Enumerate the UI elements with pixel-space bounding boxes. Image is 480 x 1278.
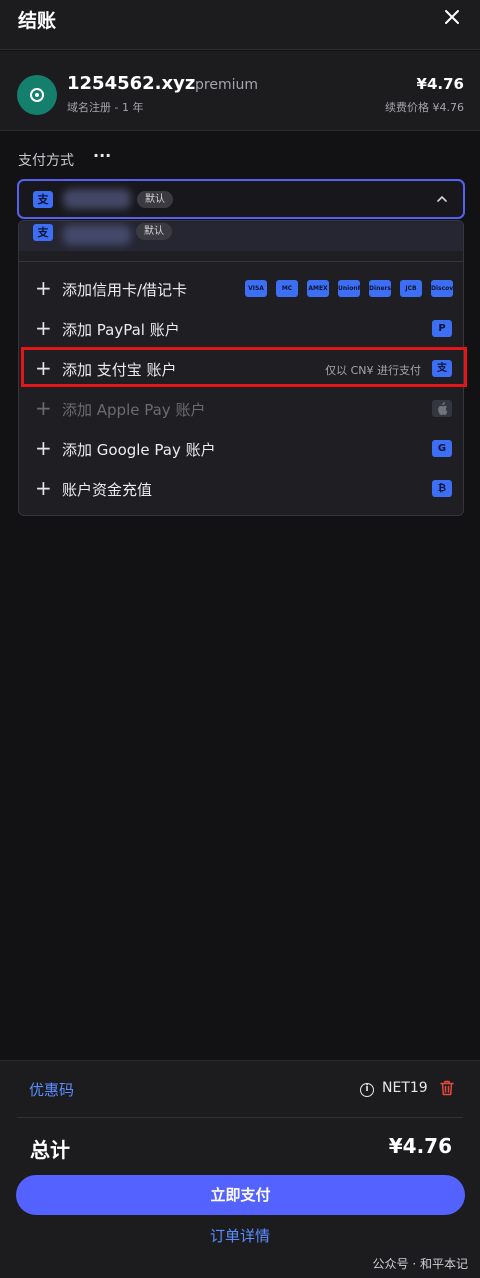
coupon-link[interactable]: 优惠码 — [29, 1079, 74, 1100]
plus-icon: + — [35, 396, 52, 420]
add-paypal-option[interactable]: + 添加 PayPal 账户 P — [19, 309, 463, 349]
jcb-icon: JCB — [400, 280, 422, 297]
option-label: 添加 Google Pay 账户 — [62, 441, 216, 459]
saved-alipay-option[interactable]: 支 默认 — [19, 221, 463, 251]
mastercard-icon: MC — [276, 280, 298, 297]
default-badge: 默认 — [137, 191, 173, 208]
highlight-box — [21, 347, 467, 387]
info-icon: i — [360, 1083, 374, 1097]
divider — [19, 261, 463, 262]
coupon-code: NET19 — [382, 1080, 428, 1096]
apple-icon — [432, 400, 452, 417]
checkout-footer: 优惠码 i NET19 总计 ¥4.76 立即支付 订单详情 公众号 · 和平本… — [0, 1060, 480, 1278]
total-value: ¥4.76 — [388, 1134, 452, 1158]
account-topup-option[interactable]: + 账户资金充值 ₿ — [19, 469, 463, 509]
default-badge: 默认 — [136, 223, 172, 240]
option-label: 账户资金充值 — [62, 481, 153, 499]
plus-icon: + — [35, 316, 52, 340]
plus-icon: + — [35, 436, 52, 460]
add-googlepay-option[interactable]: + 添加 Google Pay 账户 G — [19, 429, 463, 469]
amex-icon: AMEX — [307, 280, 329, 297]
product-name: 1254562.xyz — [67, 73, 196, 94]
option-label: 添加信用卡/借记卡 — [62, 281, 188, 299]
payment-method-select[interactable]: 支 默认 — [17, 179, 465, 219]
option-label: 添加 PayPal 账户 — [62, 321, 180, 339]
divider — [17, 1117, 463, 1118]
add-applepay-option: + 添加 Apple Pay 账户 — [19, 389, 463, 429]
visa-icon: VISA — [245, 280, 267, 297]
checkout-header: 结账 — [0, 0, 480, 50]
account-name-redacted — [63, 189, 131, 209]
option-label: 添加 Apple Pay 账户 — [62, 401, 206, 419]
product-tier: premium — [195, 77, 258, 93]
order-details-link[interactable]: 订单详情 — [0, 1225, 480, 1246]
alipay-icon: 支 — [33, 224, 53, 241]
discover-icon: Discover — [431, 280, 453, 297]
watermark: 公众号 · 和平本记 — [372, 1257, 468, 1271]
payment-method-label: 支付方式 — [18, 153, 74, 169]
bitcoin-icon: ₿ — [432, 480, 452, 497]
chevron-up-icon — [437, 195, 447, 202]
close-icon[interactable] — [440, 5, 464, 29]
more-options-button[interactable]: ··· — [93, 146, 111, 165]
domain-logo-icon — [17, 75, 57, 115]
pay-now-button[interactable]: 立即支付 — [16, 1175, 465, 1215]
plus-icon: + — [35, 276, 52, 300]
renewal-price: 续费价格 ¥4.76 — [385, 101, 464, 114]
account-name-redacted — [63, 225, 131, 245]
product-subtitle: 域名注册 - 1 年 — [67, 101, 144, 114]
unionpay-icon: UnionPay — [338, 280, 360, 297]
product-summary: 1254562.xyz premium 域名注册 - 1 年 ¥4.76 续费价… — [0, 51, 480, 131]
trash-icon[interactable] — [440, 1080, 454, 1096]
card-brand-icons: VISA MC AMEX UnionPay Diners JCB Discover — [236, 280, 453, 297]
plus-icon: + — [35, 476, 52, 500]
diners-icon: Diners — [369, 280, 391, 297]
google-icon: G — [432, 440, 452, 457]
product-price: ¥4.76 — [416, 75, 464, 93]
total-label: 总计 — [30, 1138, 70, 1162]
alipay-icon: 支 — [33, 191, 53, 208]
paypal-icon: P — [432, 320, 452, 337]
page-title: 结账 — [18, 10, 57, 32]
add-card-option[interactable]: + 添加信用卡/借记卡 VISA MC AMEX UnionPay Diners JCB D… — [19, 269, 463, 309]
